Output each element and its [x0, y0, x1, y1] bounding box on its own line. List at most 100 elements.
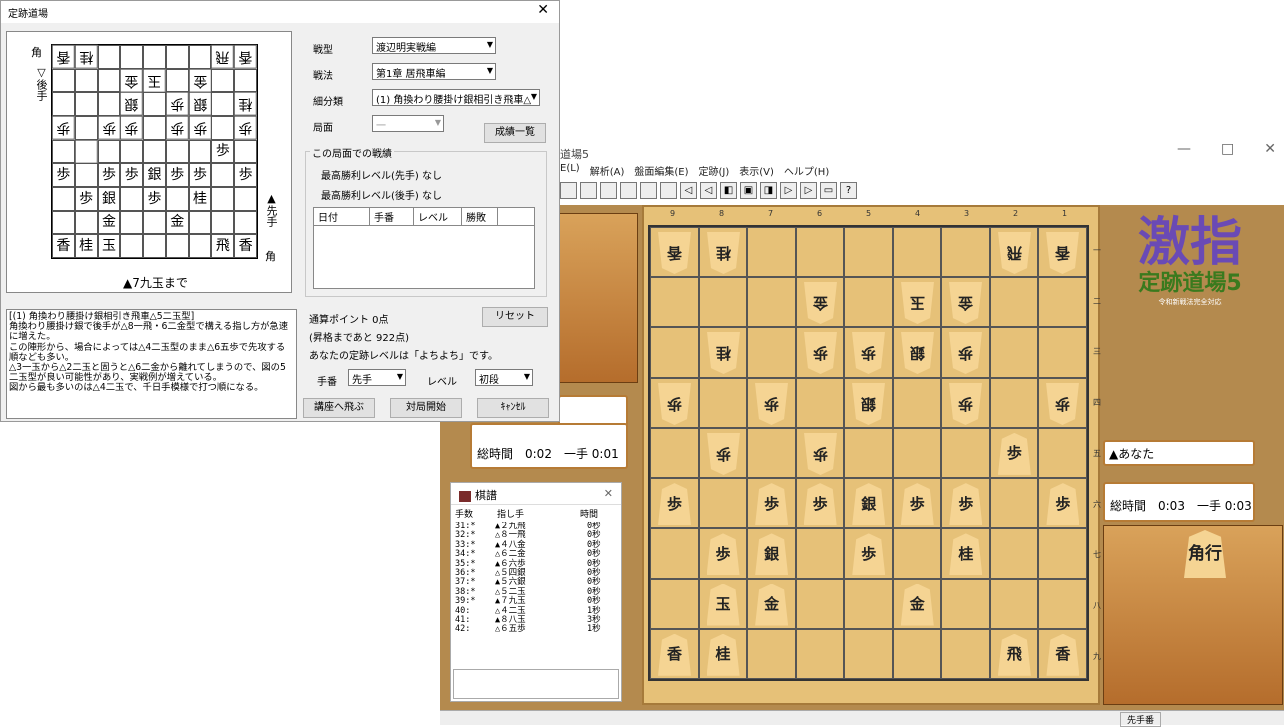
board-square[interactable]: 香 — [1038, 628, 1087, 679]
minimize-icon[interactable]: — — [1177, 141, 1191, 157]
board-square[interactable]: 歩 — [747, 478, 796, 529]
shogi-piece[interactable]: 金 — [949, 282, 982, 324]
board-square[interactable] — [892, 628, 942, 679]
board-square[interactable] — [989, 478, 1039, 529]
board-square[interactable]: 銀 — [747, 528, 796, 579]
shogi-piece[interactable]: 歩 — [804, 332, 837, 374]
shogi-piece[interactable]: 香 — [1046, 633, 1080, 676]
shogi-piece[interactable]: 歩 — [1046, 383, 1079, 425]
board-square[interactable]: 歩 — [941, 327, 990, 378]
board-square[interactable]: 桂 — [941, 528, 990, 579]
help-icon[interactable]: ? — [840, 182, 857, 199]
shogi-piece[interactable]: 歩 — [949, 483, 983, 526]
board-square[interactable]: 歩 — [795, 327, 845, 378]
board-square[interactable] — [747, 427, 796, 479]
board-square[interactable] — [989, 327, 1039, 378]
board-square[interactable] — [1038, 427, 1087, 479]
shogi-piece[interactable]: 銀 — [755, 533, 789, 576]
shogi-piece[interactable]: 銀 — [852, 383, 885, 425]
shogi-piece[interactable]: 香 — [1046, 232, 1079, 274]
board-square[interactable]: 桂 — [698, 327, 748, 378]
board-square[interactable] — [989, 578, 1039, 629]
board-square[interactable]: 歩 — [989, 427, 1039, 479]
board-square[interactable] — [892, 528, 942, 579]
sub-select[interactable]: (1) 角換わり腰掛け銀相引き飛車△ — [372, 89, 540, 106]
board-square[interactable] — [1038, 327, 1087, 378]
board-square[interactable]: 歩 — [650, 377, 699, 428]
board-square[interactable] — [795, 227, 845, 278]
shogi-piece[interactable]: 金 — [755, 583, 789, 626]
board-square[interactable] — [941, 578, 990, 629]
board-square[interactable]: 歩 — [941, 377, 990, 428]
shogi-piece[interactable]: 桂 — [707, 232, 740, 274]
kifu-row[interactable]: 42: △６五歩 1秒 — [455, 625, 617, 635]
board-square[interactable]: 歩 — [844, 528, 893, 579]
board-square[interactable]: 金 — [892, 578, 942, 629]
board-square[interactable]: 飛 — [989, 227, 1039, 278]
shogi-piece[interactable]: 銀 — [901, 332, 934, 374]
board-square[interactable] — [650, 327, 699, 378]
board-square[interactable]: 歩 — [1038, 478, 1087, 529]
next-icon[interactable]: ◨ — [760, 182, 777, 199]
board-square[interactable] — [844, 427, 893, 479]
shogi-piece[interactable]: 歩 — [755, 383, 788, 425]
board-square[interactable] — [989, 277, 1039, 328]
sente-hand-piece[interactable]: 角行 — [1184, 530, 1226, 578]
shogi-piece[interactable]: 歩 — [658, 483, 691, 526]
shogi-piece[interactable]: 飛 — [998, 232, 1031, 274]
shogi-piece[interactable]: 歩 — [949, 332, 982, 374]
board-square[interactable] — [989, 377, 1039, 428]
board-square[interactable]: 香 — [650, 227, 699, 278]
shogi-piece[interactable]: 香 — [658, 633, 691, 676]
goto-course-button[interactable]: 講座へ飛ぶ — [303, 398, 375, 418]
board-square[interactable] — [941, 427, 990, 479]
start-button[interactable]: 対局開始 — [390, 398, 462, 418]
dialog-close-icon[interactable]: ✕ — [537, 2, 549, 18]
board-square[interactable] — [747, 327, 796, 378]
prev-icon[interactable]: ◧ — [720, 182, 737, 199]
shogi-piece[interactable]: 歩 — [852, 533, 886, 576]
first-move-icon[interactable]: ◁ — [680, 182, 697, 199]
menu-item[interactable]: 表示(V) — [739, 163, 774, 181]
stop-icon[interactable]: ▣ — [740, 182, 757, 199]
board-square[interactable] — [941, 628, 990, 679]
board-square[interactable] — [844, 277, 893, 328]
board-square[interactable] — [795, 628, 845, 679]
board-square[interactable] — [747, 277, 796, 328]
kifu-list[interactable]: 31:* ▲２九飛 0秒 32:* △８一飛 0秒 33:* ▲４八金 0秒 34:* △６二金 0秒… — [451, 522, 621, 650]
reset-button[interactable]: リセット — [482, 307, 548, 327]
board-square[interactable]: 金 — [795, 277, 845, 328]
menu-item[interactable]: 盤面編集(E) — [634, 163, 688, 181]
menu-item[interactable]: 定跡(J) — [698, 163, 729, 181]
shogi-piece[interactable]: 歩 — [755, 483, 789, 526]
maximize-icon[interactable]: □ — [1221, 141, 1234, 157]
shogi-piece[interactable]: 歩 — [1046, 483, 1080, 526]
board-square[interactable] — [795, 578, 845, 629]
board-square[interactable] — [1038, 528, 1087, 579]
board-square[interactable]: 歩 — [795, 427, 845, 479]
toolbar-button[interactable] — [560, 182, 577, 199]
board-square[interactable]: 香 — [1038, 227, 1087, 278]
results-button[interactable]: 成績一覧 — [484, 123, 546, 143]
board-square[interactable]: 銀 — [844, 478, 893, 529]
shogi-piece[interactable]: 歩 — [803, 483, 837, 526]
shogi-piece[interactable]: 香 — [658, 232, 691, 274]
shogi-piece[interactable]: 歩 — [706, 533, 740, 576]
board-square[interactable]: 銀 — [892, 327, 942, 378]
board-square[interactable]: 歩 — [698, 427, 748, 479]
kifu-close-icon[interactable]: ✕ — [604, 487, 613, 500]
board-square[interactable]: 桂 — [698, 628, 748, 679]
board-square[interactable] — [844, 628, 893, 679]
board-square[interactable] — [650, 277, 699, 328]
board-square[interactable] — [747, 227, 796, 278]
board-square[interactable]: 歩 — [747, 377, 796, 428]
shogi-piece[interactable]: 金 — [804, 282, 837, 324]
board-square[interactable] — [1038, 578, 1087, 629]
board-square[interactable] — [698, 377, 748, 428]
shogi-piece[interactable]: 金 — [900, 583, 934, 626]
shogi-piece[interactable]: 歩 — [658, 383, 691, 425]
position-select[interactable]: 一 — [372, 115, 444, 132]
board-square[interactable]: 歩 — [941, 478, 990, 529]
board-square[interactable] — [844, 227, 893, 278]
close-icon[interactable]: ✕ — [1264, 141, 1276, 157]
